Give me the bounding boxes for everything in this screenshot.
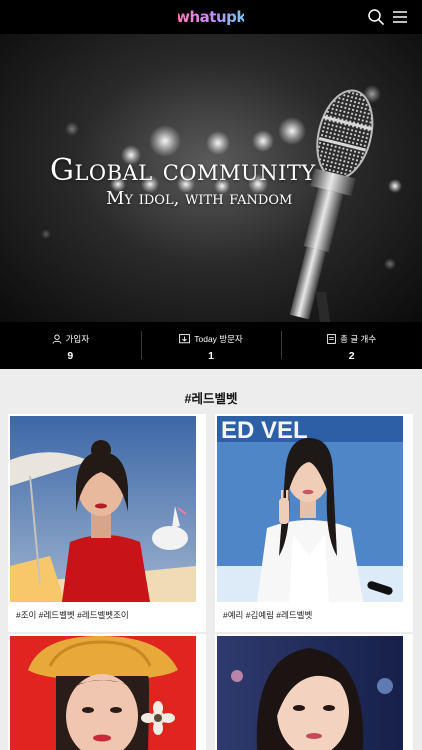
hero-title: Global community [50, 153, 316, 188]
user-icon [52, 334, 62, 344]
stats-bar: 가입자 9 Today 방문자 1 총 글 개수 2 [0, 322, 422, 369]
post-photo[interactable] [10, 636, 196, 750]
hero-banner: Global community My idol, with fandom [0, 34, 422, 322]
post-card[interactable] [215, 634, 413, 750]
stat-value: 2 [348, 350, 355, 362]
post-card[interactable]: #조이 #레드벨벳 #레드벨벳조이 [8, 414, 206, 632]
hero-subtitle: My idol, with fandom [106, 188, 293, 209]
stat-visitors: Today 방문자 1 [140, 322, 282, 369]
stat-members: 가입자 9 [0, 322, 141, 369]
search-icon[interactable] [366, 7, 386, 27]
stat-label: 가입자 [65, 334, 90, 344]
svg-text:ED VEL: ED VEL [221, 417, 308, 444]
section-title: #레드벨벳 [184, 392, 238, 406]
document-icon [327, 334, 337, 344]
post-photo[interactable] [217, 636, 403, 750]
stat-value: 1 [208, 350, 214, 362]
app-logo[interactable]: whatupk [176, 6, 246, 28]
top-bar: whatupk [0, 0, 422, 34]
visitor-icon [179, 334, 191, 344]
post-photo[interactable] [10, 416, 196, 602]
stat-value: 9 [67, 350, 74, 362]
stat-label: 총 글 개수 [340, 334, 377, 344]
stat-posts: 총 글 개수 2 [281, 322, 422, 369]
stat-label: Today 방문자 [194, 334, 243, 344]
post-card[interactable]: ED VEL #예리 #김예림 #레드벨벳 [215, 414, 413, 632]
post-tags[interactable]: #예리 #김예림 #레드벨벳 [223, 609, 312, 621]
menu-icon[interactable] [390, 7, 410, 27]
post-card[interactable] [8, 634, 206, 750]
post-photo[interactable]: ED VEL [217, 416, 403, 602]
post-tags[interactable]: #조이 #레드벨벳 #레드벨벳조이 [16, 609, 129, 621]
